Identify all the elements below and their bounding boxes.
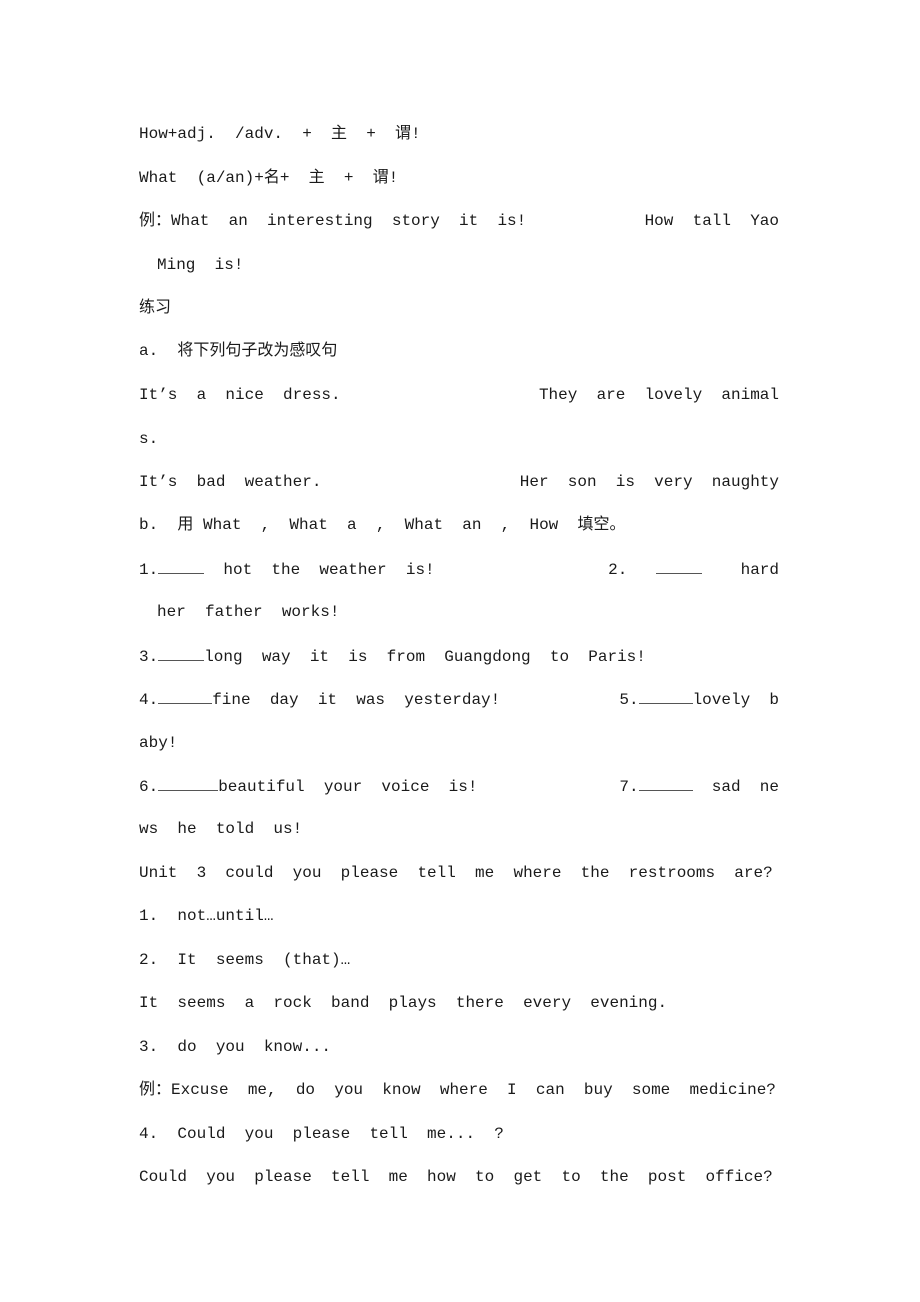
unit-3-point-1: 1. not…until… [139, 907, 274, 925]
exercise-a-line-2: It’s bad weather. Her son is very naught… [139, 472, 779, 492]
exercise-heading: 练习 [139, 299, 172, 317]
question-text: lovely b [692, 691, 779, 709]
question-1: 1. hot the weather is! [139, 559, 435, 580]
question-6: 6. beautiful your voice is! [139, 776, 477, 797]
answer-blank[interactable] [638, 776, 693, 791]
exercise-a-instruction: a. 将下列句子改为感叹句 [139, 342, 338, 360]
unit-3-point-2-example: It seems a rock band plays there every e… [139, 994, 668, 1012]
unit-3-point-4-example: Could you please tell me how to get to t… [139, 1168, 773, 1186]
sentence-bad-weather: It’s bad weather. [139, 473, 322, 491]
example-line: 例：What an interesting story it is! How t… [139, 211, 779, 231]
question-number: 6. [139, 778, 159, 796]
question-row-1-2: 1. hot the weather is! 2. hard [139, 559, 779, 580]
question-text: hard [740, 561, 779, 579]
unit-3-title: Unit 3 could you please tell me where th… [139, 864, 773, 882]
answer-blank[interactable] [158, 776, 219, 791]
example-continuation: Ming is! [157, 256, 244, 274]
question-7: 7. sad ne [619, 776, 779, 797]
answer-blank[interactable] [638, 689, 693, 704]
question-number: 3. [139, 648, 159, 666]
question-row-4-5: 4. fine day it was yesterday! 5. lovely b [139, 689, 779, 710]
question-number: 1. [139, 561, 159, 579]
unit-3-point-3: 3. do you know... [139, 1038, 332, 1056]
question-7-continuation: ws he told us! [139, 820, 303, 838]
question-text: sad ne [692, 778, 779, 796]
question-text: hot the weather is! [204, 561, 435, 579]
exercise-a-line-1: It’s a nice dress. They are lovely anima… [139, 385, 779, 405]
answer-blank[interactable] [656, 559, 703, 574]
question-5-continuation: aby! [139, 734, 178, 752]
grammar-rule-how: How+adj. /adv. + 主 + 谓! [139, 125, 421, 143]
question-5: 5. lovely b [619, 689, 779, 710]
unit-3-point-3-example: 例：Excuse me, do you know where I can buy… [139, 1081, 776, 1099]
answer-blank[interactable] [158, 646, 205, 661]
question-2-continuation: her father works! [157, 603, 340, 621]
example-how: How tall Yao [644, 212, 779, 230]
question-text: long way it is from Guangdong to Paris! [204, 648, 646, 666]
question-number: 7. [619, 778, 639, 796]
question-number: 4. [139, 691, 159, 709]
answer-blank[interactable] [158, 689, 213, 704]
question-number: 2. [608, 561, 628, 579]
unit-3-point-2: 2. It seems (that)… [139, 951, 351, 969]
question-3: 3. long way it is from Guangdong to Paris… [139, 646, 646, 667]
question-number: 5. [619, 691, 639, 709]
sentence-naughty-son: Her son is very naughty [519, 473, 779, 491]
question-text: fine day it was yesterday! [212, 691, 501, 709]
example-what: 例：What an interesting story it is! [139, 212, 527, 230]
answer-blank[interactable] [158, 559, 205, 574]
question-text: beautiful your voice is! [218, 778, 478, 796]
unit-3-point-4: 4. Could you please tell me... ? [139, 1125, 504, 1143]
sentence-lovely-animals: They are lovely animal [538, 386, 779, 404]
grammar-rule-what: What (a/an)+名+ 主 + 谓! [139, 169, 399, 187]
sentence-nice-dress: It’s a nice dress. [139, 386, 341, 404]
exercise-b-instruction: b. 用 What , What a , What an , How 填空。 [139, 516, 626, 534]
question-4: 4. fine day it was yesterday! [139, 689, 500, 710]
sentence-continuation: s. [139, 430, 159, 448]
question-row-6-7: 6. beautiful your voice is! 7. sad ne [139, 776, 779, 797]
question-2: 2. hard [608, 559, 779, 580]
